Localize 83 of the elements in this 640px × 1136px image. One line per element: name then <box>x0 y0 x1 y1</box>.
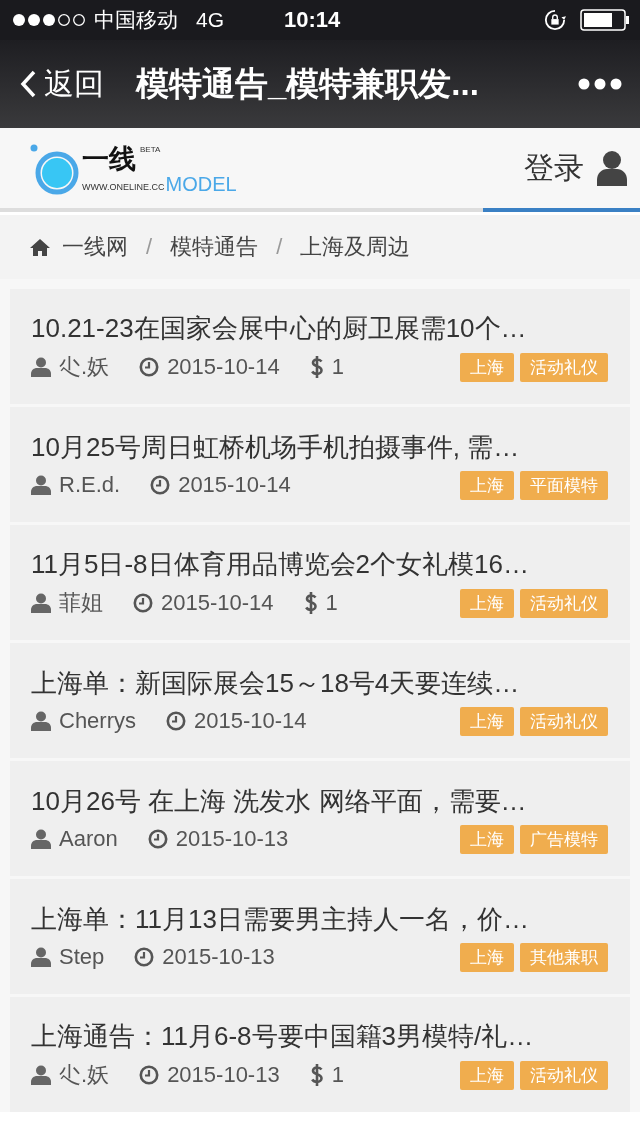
user-icon <box>596 150 628 186</box>
clock-icon <box>139 1065 160 1085</box>
author-name: 尐.妖 <box>59 353 110 381</box>
post-card[interactable]: 11月5日-8日体育用品博览会2个女礼模16… 菲姐 2015-10-14 1 上海 活动礼仪 <box>10 525 630 640</box>
rotation-lock-icon <box>544 9 566 31</box>
post-date: 2015-10-13 <box>175 826 289 852</box>
post-date: 2015-10-14 <box>161 590 274 616</box>
user-icon <box>31 947 51 967</box>
dollar-icon <box>309 1063 324 1087</box>
tag-label[interactable]: 活动礼仪 <box>520 352 608 382</box>
tag-label[interactable]: 上海 <box>460 588 514 618</box>
post-title: 11月5日-8日体育用品博览会2个女礼模16… <box>31 548 530 581</box>
author-name: Step <box>59 944 105 970</box>
author-name: Aaron <box>59 826 118 852</box>
post-date: 2015-10-13 <box>162 944 275 970</box>
battery-icon <box>580 9 630 31</box>
breadcrumb-link[interactable]: 一线网 <box>30 232 128 262</box>
logo-beta: BETA <box>140 145 161 154</box>
home-icon <box>30 238 50 256</box>
post-date: 2015-10-14 <box>178 472 291 498</box>
post-title: 上海单：新国际展会15～18号4天要连续… <box>31 666 521 700</box>
tag-label[interactable]: 上海 <box>460 1060 514 1090</box>
pay-amount: 1 <box>331 354 344 380</box>
post-title: 10月26号 在上海 洗发水 网络平面，需要… <box>31 784 528 818</box>
post-card[interactable]: 上海通告：11月6-8号要中国籍3男模特/礼… 尐.妖 2015-10-13 1 上海 活动礼仪 <box>10 997 630 1112</box>
breadcrumb-separator: / <box>146 234 153 260</box>
post-title: 10.21-23在国家会展中心的厨卫展需10个… <box>31 312 528 345</box>
user-icon <box>31 1065 51 1085</box>
clock-icon <box>147 829 168 849</box>
network-type: 4G <box>196 8 224 32</box>
logo-model: MODEL <box>165 173 237 195</box>
author-name: 尐.妖 <box>59 1061 110 1089</box>
page-title: 模特通告_模特兼职发... <box>134 63 480 104</box>
breadcrumb-link[interactable]: 模特通告 <box>170 232 259 262</box>
user-icon <box>31 357 51 377</box>
clock-icon <box>134 947 155 967</box>
user-icon <box>31 593 51 613</box>
post-card[interactable]: 10月25号周日虹桥机场手机拍摄事件, 需… R.E.d. 2015-10-14 上海 平面模特 <box>10 407 630 522</box>
author-name: R.E.d. <box>59 472 121 498</box>
user-icon <box>31 475 51 495</box>
breadcrumb-link[interactable]: 上海及周边 <box>300 232 411 262</box>
user-icon <box>31 711 51 731</box>
user-icon <box>31 829 51 849</box>
signal-icon <box>12 13 86 27</box>
post-card[interactable]: 上海单：11月13日需要男主持人一名，价… Step 2015-10-13 上海 其他兼职 <box>10 879 630 994</box>
tag-label[interactable]: 上海 <box>460 352 514 382</box>
carrier-name: 中国移动 <box>94 7 178 33</box>
clock-icon <box>166 711 186 731</box>
clock-icon <box>139 357 160 377</box>
post-card[interactable]: 10.21-23在国家会展中心的厨卫展需10个… 尐.妖 2015-10-14 1 上海 活动礼仪 <box>10 289 630 404</box>
tag-label[interactable]: 上海 <box>460 706 514 736</box>
tag-label[interactable]: 上海 <box>460 470 514 500</box>
post-date: 2015-10-14 <box>194 708 307 734</box>
pay-amount: 1 <box>325 590 338 616</box>
pay-amount: 1 <box>331 1062 344 1088</box>
author-name: 菲姐 <box>59 589 103 617</box>
post-title: 上海通告：11月6-8号要中国籍3男模特/礼… <box>31 1020 535 1053</box>
tag-label[interactable]: 广告模特 <box>520 824 608 854</box>
dollar-icon <box>303 591 318 615</box>
logo-url: WWW.ONELINE.CC <box>82 182 165 192</box>
post-card[interactable]: 上海单：新国际展会15～18号4天要连续… Cherrys 2015-10-14 上海 活动礼仪 <box>10 643 630 758</box>
tag-label[interactable]: 平面模特 <box>520 470 608 500</box>
tag-label[interactable]: 活动礼仪 <box>520 1060 608 1090</box>
back-button[interactable]: 返回 <box>20 63 104 105</box>
post-card[interactable]: 10月26号 在上海 洗发水 网络平面，需要… Aaron 2015-10-13 上海 广告模特 <box>10 761 630 876</box>
post-date: 2015-10-13 <box>167 1062 280 1088</box>
post-date: 2015-10-14 <box>167 354 280 380</box>
author-name: Cherrys <box>59 708 136 734</box>
logo-ring-icon <box>30 144 80 196</box>
clock-icon <box>133 593 153 613</box>
clock-time: 10:14 <box>283 7 342 33</box>
more-icon <box>578 78 622 90</box>
tag-label[interactable]: 活动礼仪 <box>520 588 608 618</box>
tag-label[interactable]: 活动礼仪 <box>520 706 608 736</box>
tag-label[interactable]: 上海 <box>460 824 514 854</box>
logo-name: 一线 <box>82 145 136 173</box>
tag-label[interactable]: 其他兼职 <box>520 942 608 972</box>
tag-label[interactable]: 上海 <box>460 942 514 972</box>
post-title: 上海单：11月13日需要男主持人一名，价… <box>31 902 530 936</box>
clock-icon <box>150 475 171 495</box>
dollar-icon <box>309 355 324 379</box>
post-title: 10月25号周日虹桥机场手机拍摄事件, 需… <box>31 430 521 464</box>
breadcrumb-separator: / <box>276 234 283 260</box>
